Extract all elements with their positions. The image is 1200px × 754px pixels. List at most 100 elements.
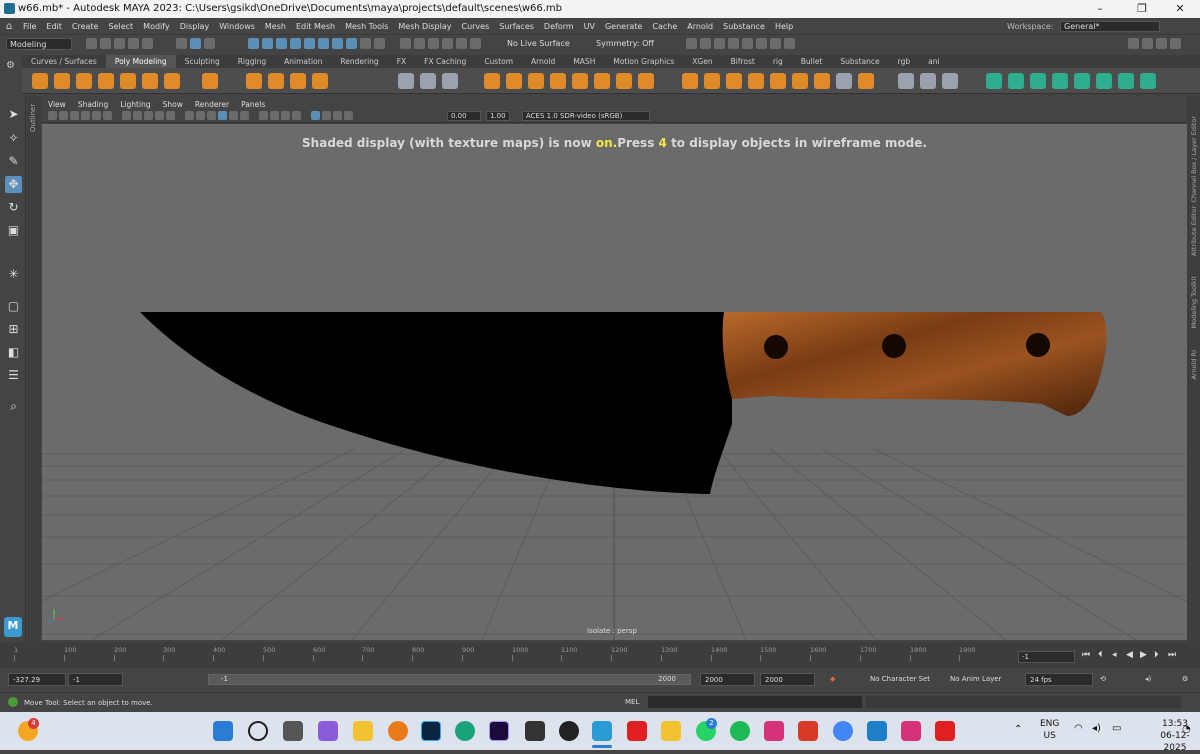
menu-create[interactable]: Create [67,18,104,35]
volume-icon[interactable]: ◂) [1092,723,1101,734]
shelf-tab-poly-modeling[interactable]: Poly Modeling [105,55,176,68]
menu-curves[interactable]: Curves [456,18,494,35]
menu-display[interactable]: Display [175,18,215,35]
channel-box-tab[interactable]: Channel Box / Layer Editor [1190,116,1198,203]
snap-curve-icon[interactable] [414,38,425,49]
shelf-tab-fx-caching[interactable]: FX Caching [415,55,475,68]
shelf-tab-custom[interactable]: Custom [475,55,522,68]
menu-modify[interactable]: Modify [138,18,175,35]
step-forward-key-icon[interactable]: ⏵ [1154,650,1159,660]
target-weld-icon[interactable] [920,73,936,89]
step-back-frame-icon[interactable]: ◂ [1112,650,1117,660]
mask-rendering-icon[interactable] [346,38,357,49]
mask-deformations-icon[interactable] [318,38,329,49]
attribute-editor-toggle-icon[interactable] [1142,38,1153,49]
sound-icon[interactable]: ◂) [1145,675,1151,683]
anim-end-field[interactable]: 2000 [700,673,755,686]
smooth-shade-icon[interactable] [196,111,205,120]
shelf-tab-rigging[interactable]: Rigging [229,55,275,68]
highlight-selection-icon[interactable] [374,38,385,49]
paint-select-tool-icon[interactable]: ✎ [5,153,22,170]
exposure-field[interactable]: 0.00 [447,111,481,121]
youtube-icon-2[interactable] [935,721,955,741]
shelf-tab-xgen[interactable]: XGen [683,55,721,68]
boolean-diff-icon[interactable] [506,73,522,89]
grid-icon[interactable] [122,111,131,120]
modeling-toolkit-tab[interactable]: Modeling Toolkit [1190,276,1198,328]
motion-blur-icon[interactable] [270,111,279,120]
grease-pencil-icon[interactable] [103,111,112,120]
fill-hole-icon[interactable] [748,73,764,89]
poly-cube-icon[interactable] [54,73,70,89]
instagram-icon[interactable] [764,721,784,741]
shelf-tab-rendering[interactable]: Rendering [331,55,387,68]
select-component-icon[interactable] [204,38,215,49]
menu-generate[interactable]: Generate [600,18,647,35]
blender-icon[interactable] [388,721,408,741]
textured-icon[interactable] [218,111,227,120]
wireframe-icon[interactable] [185,111,194,120]
bevel-icon[interactable] [726,73,742,89]
triangulate-icon[interactable] [858,73,874,89]
field-chart-icon[interactable] [166,111,175,120]
minimize-button[interactable]: – [1080,0,1120,18]
outliner-tab[interactable]: Outliner [27,96,41,642]
lights-icon[interactable] [229,111,238,120]
type-tool-icon[interactable] [290,73,306,89]
range-field-1[interactable]: -327.29 [8,673,66,686]
capcut-icon[interactable] [525,721,545,741]
search-icon[interactable] [248,721,268,741]
mask-joints-icon[interactable] [276,38,287,49]
shelf-tab-motion-graphics[interactable]: Motion Graphics [604,55,683,68]
magnifier-icon[interactable]: ⌕ [5,398,22,415]
anim-end-field-2[interactable]: 2000 [760,673,815,686]
select-hierarchy-icon[interactable] [176,38,187,49]
snap-live-icon[interactable] [456,38,467,49]
menu-mesh-tools[interactable]: Mesh Tools [340,18,393,35]
poly-sphere-icon[interactable] [32,73,48,89]
gate-mask-icon[interactable] [155,111,164,120]
play-backward-icon[interactable]: ◀ [1126,650,1133,660]
poly-torus-icon[interactable] [120,73,136,89]
wifi-icon[interactable]: ◠ [1074,723,1083,734]
mask-handles-icon[interactable] [262,38,273,49]
spotify-icon[interactable] [730,721,750,741]
panel-menu-view[interactable]: View [42,99,72,110]
mel-input[interactable] [648,696,862,708]
resolution-gate-icon[interactable] [144,111,153,120]
go-to-start-icon[interactable]: ⏮ [1082,650,1090,660]
uv-unfold-icon[interactable] [1074,73,1090,89]
camera-attributes-icon[interactable] [59,111,68,120]
bridge-icon[interactable] [704,73,720,89]
panel-menu-renderer[interactable]: Renderer [189,99,235,110]
anim-layer-dropdown[interactable]: No Anim Layer [950,675,1001,683]
shelf-tab-substance[interactable]: Substance [831,55,888,68]
single-perspective-layout-icon[interactable]: ▢ [5,298,22,315]
separate-icon[interactable] [420,73,436,89]
range-slider-bar[interactable]: -1 2000 [208,674,691,685]
uv-automatic-icon[interactable] [1052,73,1068,89]
menu-edit[interactable]: Edit [41,18,67,35]
render-view-icon[interactable] [742,38,753,49]
lasso-tool-icon[interactable]: ✧ [5,130,22,147]
persp-outliner-layout-icon[interactable]: ◧ [5,344,22,361]
uv-cylindrical-icon[interactable] [1008,73,1024,89]
notifications-icon[interactable]: ◔ [1182,724,1191,735]
menu-help[interactable]: Help [770,18,798,35]
taskbar-clock[interactable]: 13:53 06-12-2025 [1150,718,1200,754]
depth-of-field-icon[interactable] [292,111,301,120]
menu-windows[interactable]: Windows [214,18,260,35]
shelf-tab-animation[interactable]: Animation [275,55,331,68]
snap-point-icon[interactable] [428,38,439,49]
image-plane-icon[interactable] [81,111,90,120]
snap-grid-icon[interactable] [400,38,411,49]
move-tool-icon[interactable]: ✥ [5,176,22,193]
mirror-icon[interactable] [550,73,566,89]
panel-menu-panels[interactable]: Panels [235,99,271,110]
shelf-tab-bifrost[interactable]: Bifrost [722,55,764,68]
chrome-icon[interactable] [833,721,853,741]
character-set-dropdown[interactable]: No Character Set [870,675,930,683]
menu-surfaces[interactable]: Surfaces [494,18,539,35]
anti-alias-icon[interactable] [281,111,290,120]
extract-icon[interactable] [572,73,588,89]
